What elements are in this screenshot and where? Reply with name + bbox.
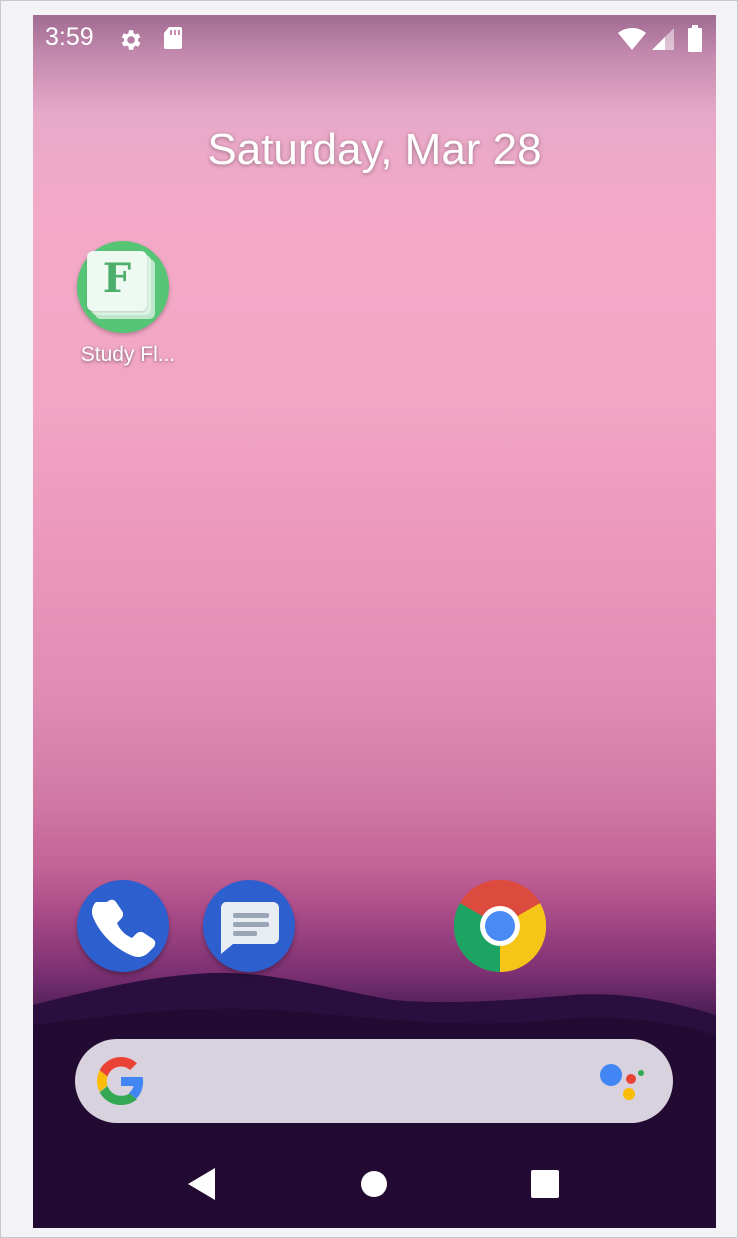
wifi-icon — [618, 27, 646, 50]
phone-icon — [92, 899, 156, 957]
device-frame: 3:59 Saturday, Mar 28 F Study Fl... — [0, 0, 738, 1238]
status-bar: 3:59 — [33, 15, 716, 63]
messages-icon — [220, 902, 279, 954]
chrome-icon — [453, 879, 547, 973]
battery-icon — [688, 25, 702, 52]
messages-app-button[interactable] — [203, 880, 295, 972]
app-label-study-flashcards[interactable]: Study Fl... — [63, 343, 193, 367]
signal-icon — [652, 28, 674, 50]
google-assistant-icon[interactable] — [597, 1059, 645, 1103]
home-button[interactable] — [360, 1170, 388, 1198]
google-search-bar[interactable] — [75, 1039, 673, 1123]
phone-app-button[interactable] — [77, 880, 169, 972]
date-widget[interactable]: Saturday, Mar 28 — [33, 125, 716, 175]
status-time: 3:59 — [45, 23, 94, 51]
chrome-app-button[interactable] — [453, 879, 547, 973]
google-g-icon — [97, 1057, 144, 1105]
gear-icon — [121, 30, 141, 50]
navigation-bar — [33, 1145, 716, 1228]
app-icon-study-flashcards[interactable]: F — [77, 241, 169, 333]
study-flashcards-icon: F — [77, 241, 169, 333]
sd-card-icon — [164, 27, 182, 49]
back-button[interactable] — [187, 1167, 217, 1201]
recents-button[interactable] — [530, 1169, 560, 1199]
home-screen: 3:59 Saturday, Mar 28 F Study Fl... — [33, 15, 716, 1228]
app-icon-letter: F — [102, 255, 132, 302]
